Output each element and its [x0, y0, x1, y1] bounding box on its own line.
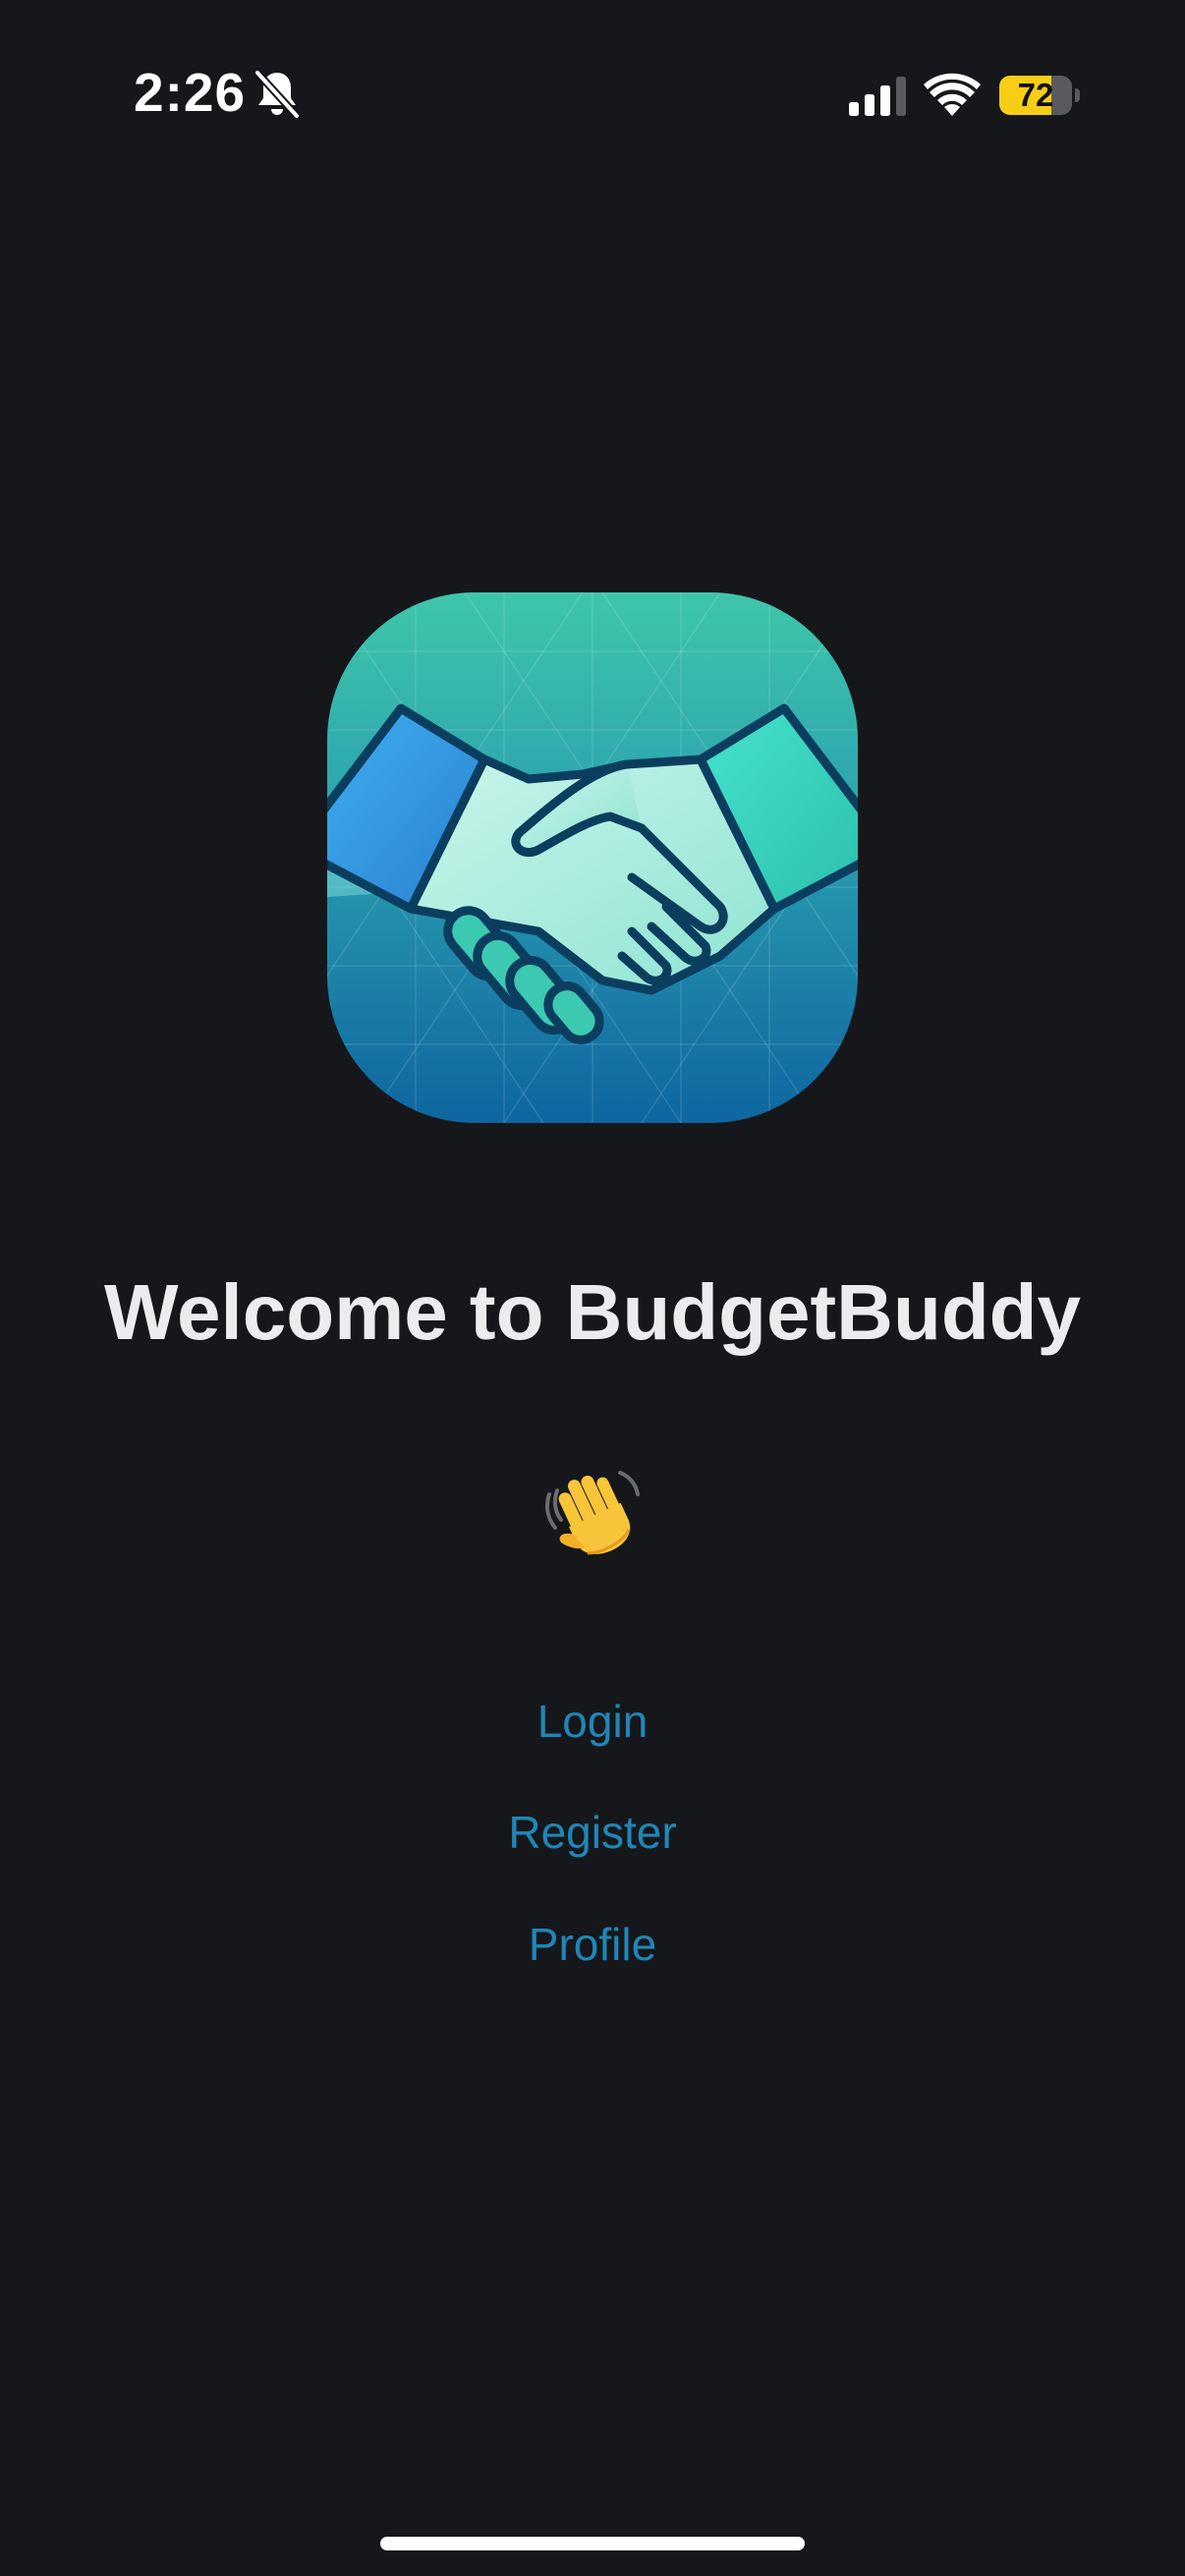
- status-bar: 2:26 72: [0, 0, 1185, 196]
- battery-nub: [1075, 88, 1080, 102]
- app-logo: [327, 592, 858, 1123]
- register-link[interactable]: Register: [0, 1806, 1185, 1859]
- cellular-signal-icon: [849, 77, 906, 116]
- wifi-icon: [924, 73, 981, 116]
- login-link[interactable]: Login: [0, 1695, 1185, 1748]
- home-indicator[interactable]: [380, 2537, 805, 2550]
- bell-slash-icon: [254, 69, 301, 120]
- battery-icon: 72: [999, 76, 1080, 115]
- handshake-icon: [327, 592, 858, 1123]
- status-time: 2:26: [134, 62, 247, 123]
- welcome-title: Welcome to BudgetBuddy: [103, 1268, 1082, 1356]
- waving-hand-icon: [545, 1471, 640, 1555]
- battery-level: 72: [1017, 77, 1054, 113]
- battery-body: 72: [999, 76, 1072, 115]
- profile-link[interactable]: Profile: [0, 1918, 1185, 1971]
